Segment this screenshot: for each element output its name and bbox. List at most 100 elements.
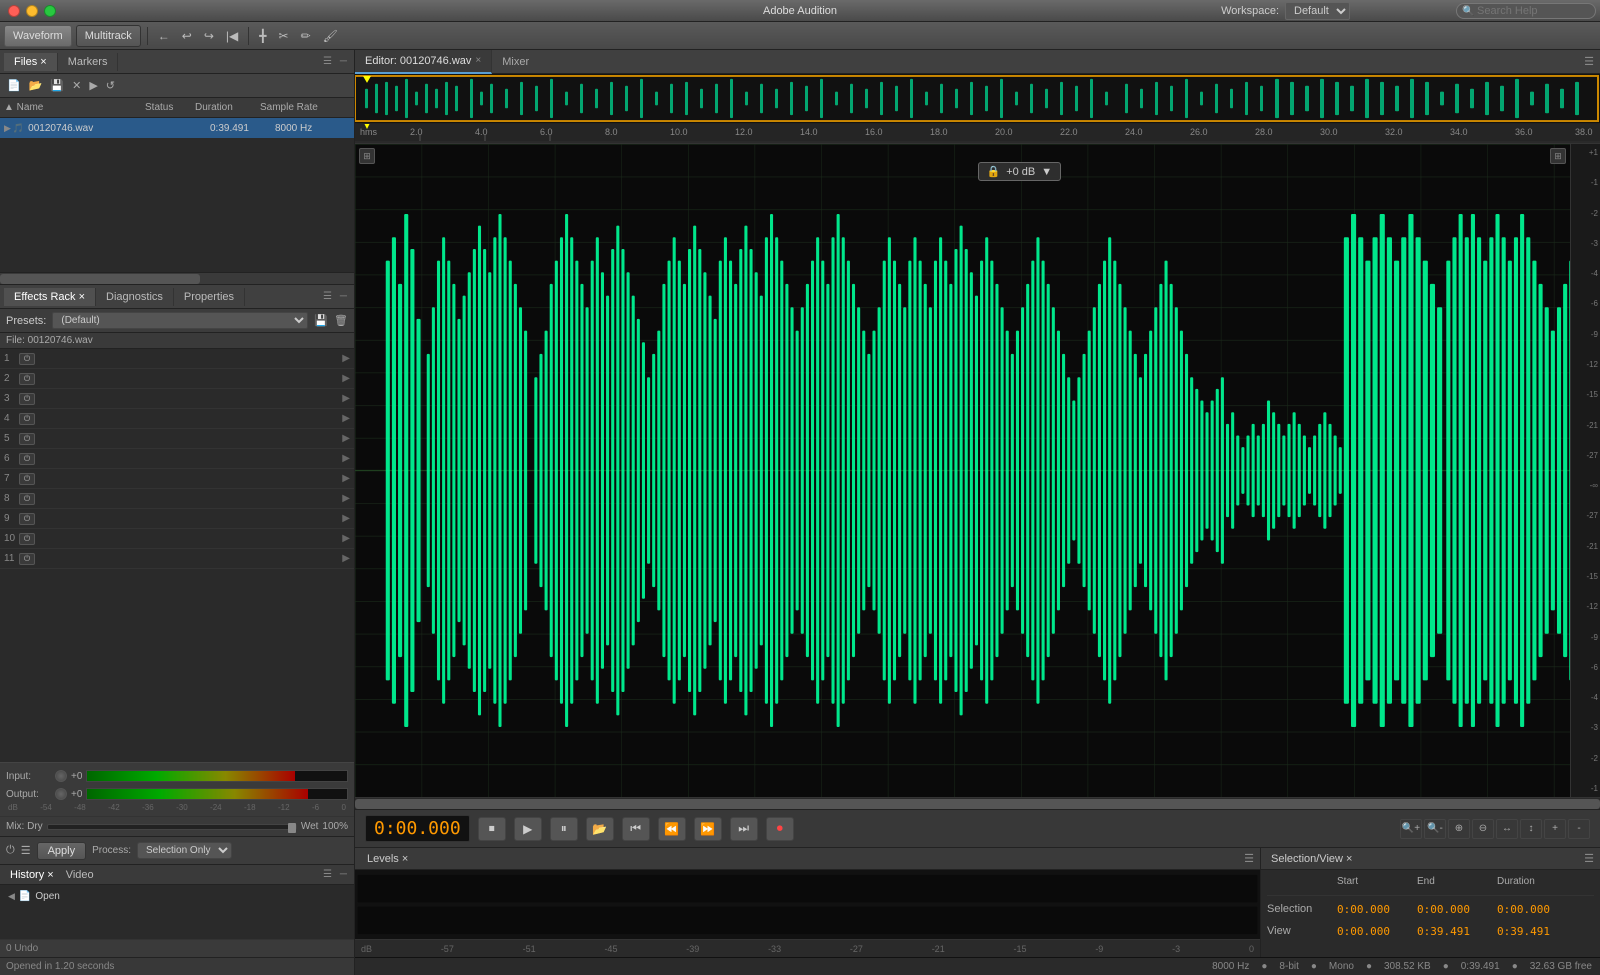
waveform-settings-btn-tr[interactable]: ⊞ xyxy=(1550,148,1566,164)
input-knob[interactable] xyxy=(55,770,67,782)
presets-dropdown[interactable]: (Default) xyxy=(52,312,308,329)
fast-forward-button[interactable]: ⏩ xyxy=(694,817,722,841)
tab-levels[interactable]: Levels × xyxy=(361,853,414,865)
effect-slot-10[interactable]: 10 ⏻ ▶ xyxy=(0,529,354,549)
waveform-button[interactable]: Waveform xyxy=(4,25,72,47)
zoom-in-v-button[interactable]: + xyxy=(1544,819,1566,839)
slot-power-1[interactable]: ⏻ xyxy=(19,353,35,365)
tab-effects-rack[interactable]: Effects Rack × xyxy=(4,288,96,306)
waveform-canvas[interactable]: 🔒 +0 dB ▼ ⊞ ⊞ xyxy=(355,144,1600,797)
slot-power-7[interactable]: ⏻ xyxy=(19,473,35,485)
pencil-button[interactable]: ✏ xyxy=(297,27,315,45)
power-icon[interactable]: ⏻ xyxy=(6,844,15,857)
mix-slider[interactable] xyxy=(47,824,297,830)
editor-tab-menu-icon[interactable]: ☰ xyxy=(1584,56,1594,68)
open-file-button[interactable]: 📂 xyxy=(26,78,46,93)
slot-power-5[interactable]: ⏻ xyxy=(19,433,35,445)
zoom-in-button[interactable]: 🔍+ xyxy=(1400,819,1422,839)
effect-slot-7[interactable]: 7 ⏻ ▶ xyxy=(0,469,354,489)
multitrack-button[interactable]: Multitrack xyxy=(76,25,141,47)
selection-tool-button[interactable]: ╋ xyxy=(255,27,270,45)
play-button[interactable]: ▶ xyxy=(514,817,542,841)
presets-save-button[interactable]: 💾 xyxy=(314,314,328,327)
loop-play-button[interactable]: 📂 xyxy=(586,817,614,841)
slot-power-2[interactable]: ⏻ xyxy=(19,373,35,385)
waveform-overview[interactable] xyxy=(355,74,1600,124)
minimize-button[interactable] xyxy=(26,5,38,17)
tab-selection-view[interactable]: Selection/View × xyxy=(1267,853,1356,865)
output-knob[interactable] xyxy=(55,788,67,800)
close-file-button[interactable]: ✕ xyxy=(69,78,84,93)
paintbrush-button[interactable]: 🖌 xyxy=(319,27,342,45)
tab-properties[interactable]: Properties xyxy=(174,288,245,306)
zoom-out-v-button[interactable]: - xyxy=(1568,819,1590,839)
effects-collapse-button[interactable]: ─ xyxy=(337,290,350,303)
slot-power-9[interactable]: ⏻ xyxy=(19,513,35,525)
auto-play-button[interactable]: ▶ xyxy=(86,78,100,93)
presets-delete-button[interactable]: 🗑 xyxy=(334,314,348,327)
back-start-button[interactable]: |◀ xyxy=(222,27,242,45)
slot-power-3[interactable]: ⏻ xyxy=(19,393,35,405)
history-menu-btn[interactable]: ☰ xyxy=(320,868,335,881)
list-icon[interactable]: ☰ xyxy=(21,844,31,857)
tab-mixer[interactable]: Mixer xyxy=(492,50,539,74)
waveform-main[interactable]: 🔒 +0 dB ▼ ⊞ ⊞ +1 -1 -2 xyxy=(355,144,1600,797)
tab-markers[interactable]: Markers xyxy=(58,53,119,71)
tab-video[interactable]: Video xyxy=(60,869,100,881)
waveform-settings-btn-tl[interactable]: ⊞ xyxy=(359,148,375,164)
sv-view-start[interactable]: 0:00.000 xyxy=(1337,925,1417,938)
record-button[interactable]: ⏺ xyxy=(766,817,794,841)
search-input[interactable] xyxy=(1456,3,1596,19)
tab-history[interactable]: History × xyxy=(4,869,60,881)
effect-slot-9[interactable]: 9 ⏻ ▶ xyxy=(0,509,354,529)
sv-selection-end[interactable]: 0:00.000 xyxy=(1417,903,1497,916)
tab-files[interactable]: Files × xyxy=(4,53,58,71)
time-ruler[interactable]: hms 2.0 4.0 6.0 8.0 10.0 12.0 14.0 16.0 … xyxy=(355,124,1600,144)
effect-slot-1[interactable]: 1 ⏻ ▶ xyxy=(0,349,354,369)
sv-view-end[interactable]: 0:39.491 xyxy=(1417,925,1497,938)
new-file-button[interactable]: 📄 xyxy=(4,78,24,93)
col-name-header[interactable]: ▲ Name xyxy=(4,102,145,113)
panel-collapse-button[interactable]: ─ xyxy=(337,55,350,68)
stop-button[interactable]: ⏹ xyxy=(478,817,506,841)
sv-menu-btn[interactable]: ☰ xyxy=(1584,852,1594,865)
slot-power-10[interactable]: ⏻ xyxy=(19,533,35,545)
effects-menu-button[interactable]: ☰ xyxy=(320,290,335,303)
panel-menu-button[interactable]: ☰ xyxy=(320,55,335,68)
waveform-scrollbar[interactable] xyxy=(355,797,1600,809)
zoom-out-h-button[interactable]: ⊖ xyxy=(1472,819,1494,839)
workspace-select[interactable]: Default xyxy=(1285,2,1350,20)
move-tool-button[interactable]: ← xyxy=(154,27,174,45)
rewind-button[interactable]: ⏪ xyxy=(658,817,686,841)
effect-slot-8[interactable]: 8 ⏻ ▶ xyxy=(0,489,354,509)
sv-selection-start[interactable]: 0:00.000 xyxy=(1337,903,1417,916)
slot-power-11[interactable]: ⏻ xyxy=(19,553,35,565)
save-file-button[interactable]: 💾 xyxy=(47,78,67,93)
cut-button[interactable]: ✂ xyxy=(275,27,293,45)
effect-slot-4[interactable]: 4 ⏻ ▶ xyxy=(0,409,354,429)
undo-button[interactable]: ↩ xyxy=(178,27,196,45)
editor-tab-close-icon[interactable]: × xyxy=(475,55,481,66)
go-end-button[interactable]: ⏭ xyxy=(730,817,758,841)
amplitude-dropdown-icon[interactable]: ▼ xyxy=(1041,166,1052,178)
effect-slot-3[interactable]: 3 ⏻ ▶ xyxy=(0,389,354,409)
pause-button[interactable]: ⏸ xyxy=(550,817,578,841)
zoom-in-h-button[interactable]: ⊕ xyxy=(1448,819,1470,839)
process-select[interactable]: Selection Only Entire File xyxy=(137,842,232,859)
zoom-fit-v-button[interactable]: ↕ xyxy=(1520,819,1542,839)
slot-power-6[interactable]: ⏻ xyxy=(19,453,35,465)
redo-button[interactable]: ↪ xyxy=(200,27,218,45)
levels-menu-btn[interactable]: ☰ xyxy=(1244,852,1254,865)
list-item[interactable]: ◀ 📄 Open xyxy=(4,889,350,904)
slot-power-4[interactable]: ⏻ xyxy=(19,413,35,425)
slot-power-8[interactable]: ⏻ xyxy=(19,493,35,505)
maximize-button[interactable] xyxy=(44,5,56,17)
effect-slot-6[interactable]: 6 ⏻ ▶ xyxy=(0,449,354,469)
loop-button[interactable]: ↺ xyxy=(103,78,118,93)
effect-slot-2[interactable]: 2 ⏻ ▶ xyxy=(0,369,354,389)
files-scrollbar[interactable] xyxy=(0,272,354,284)
effect-slot-11[interactable]: 11 ⏻ ▶ xyxy=(0,549,354,569)
apply-button[interactable]: Apply xyxy=(37,842,87,860)
go-start-button[interactable]: ⏮ xyxy=(622,817,650,841)
list-item[interactable]: ▶ 🎵 00120746.wav 0:39.491 8000 Hz xyxy=(0,118,354,138)
